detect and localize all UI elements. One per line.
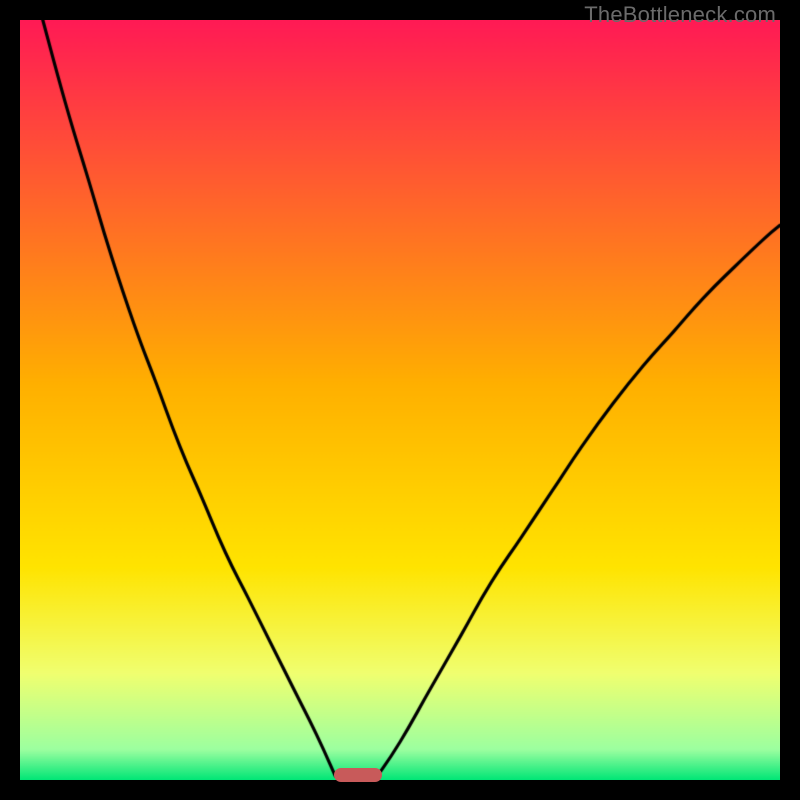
chart-frame [20,20,780,780]
bottleneck-curve-plot [20,20,780,780]
watermark-label: TheBottleneck.com [584,2,776,28]
optimal-point-marker [334,768,382,782]
